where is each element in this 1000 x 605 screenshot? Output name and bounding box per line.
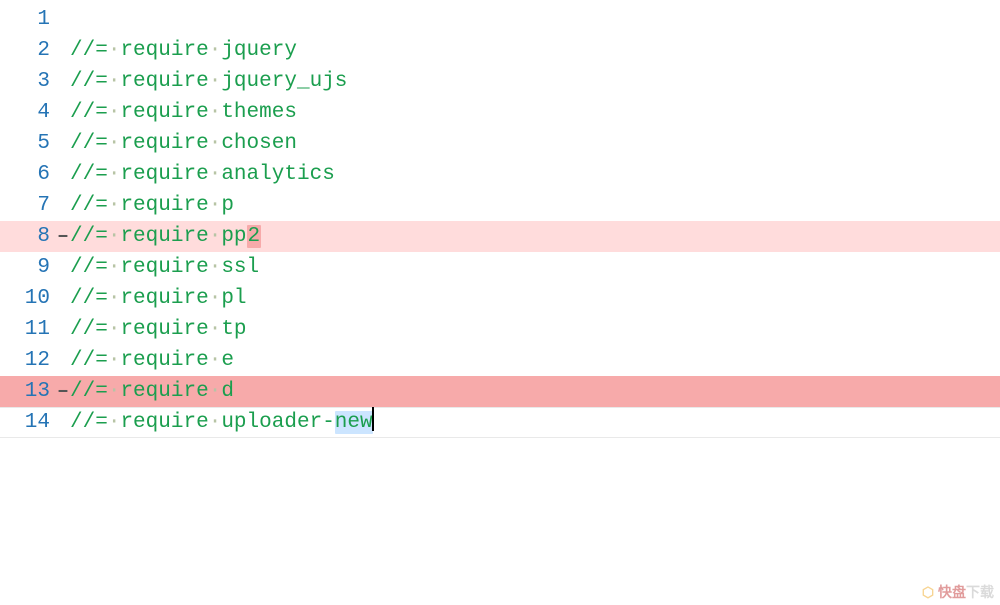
diff-marker-icon: – (56, 376, 70, 407)
code-content[interactable]: //=·require·uploader-new (70, 407, 1000, 438)
code-content[interactable]: //=·require·d (70, 376, 1000, 407)
code-content[interactable]: //=·require·jquery_ujs (70, 66, 1000, 97)
code-content[interactable]: //=·require·e (70, 345, 1000, 376)
line-number: 10 (0, 283, 56, 314)
code-line[interactable]: 1 (0, 4, 1000, 35)
code-content[interactable]: //=·require·themes (70, 97, 1000, 128)
code-line[interactable]: 4 //=·require·themes (0, 97, 1000, 128)
code-line[interactable]: 3 //=·require·jquery_ujs (0, 66, 1000, 97)
line-number: 6 (0, 159, 56, 190)
code-line[interactable]: 11 //=·require·tp (0, 314, 1000, 345)
code-content[interactable]: //=·require·p (70, 190, 1000, 221)
watermark-icon: ⬡ (922, 584, 934, 600)
line-number: 2 (0, 35, 56, 66)
code-content[interactable]: //=·require·chosen (70, 128, 1000, 159)
diff-marker-icon: – (56, 221, 70, 252)
code-line[interactable]: 7 //=·require·p (0, 190, 1000, 221)
code-line[interactable]: 10 //=·require·pl (0, 283, 1000, 314)
code-editor[interactable]: 12//=·require·jquery3//=·require·jquery_… (0, 0, 1000, 438)
code-line[interactable]: 9 //=·require·ssl (0, 252, 1000, 283)
line-number: 4 (0, 97, 56, 128)
code-line[interactable]: 2 //=·require·jquery (0, 35, 1000, 66)
code-line[interactable]: 6 //=·require·analytics (0, 159, 1000, 190)
code-line[interactable]: 12 //=·require·e (0, 345, 1000, 376)
code-line[interactable]: 13–//=·require·d (0, 376, 1000, 407)
line-number: 14 (0, 407, 56, 438)
watermark: ⬡ 快盘下载 (922, 582, 994, 602)
line-number: 11 (0, 314, 56, 345)
text-cursor (372, 407, 374, 431)
code-line[interactable]: 8–//=·require·pp2 (0, 221, 1000, 252)
line-number: 3 (0, 66, 56, 97)
code-line[interactable]: 14 //=·require·uploader-new (0, 407, 1000, 438)
line-number: 5 (0, 128, 56, 159)
code-content[interactable]: //=·require·pp2 (70, 221, 1000, 252)
code-line[interactable]: 5 //=·require·chosen (0, 128, 1000, 159)
code-content[interactable]: //=·require·pl (70, 283, 1000, 314)
code-content[interactable]: //=·require·analytics (70, 159, 1000, 190)
line-number: 12 (0, 345, 56, 376)
text-selection: new (335, 411, 373, 434)
code-content[interactable]: //=·require·ssl (70, 252, 1000, 283)
line-number: 8 (0, 221, 56, 252)
line-number: 1 (0, 4, 56, 35)
line-number: 9 (0, 252, 56, 283)
diff-added-chars: 2 (247, 225, 262, 248)
code-content[interactable]: //=·require·tp (70, 314, 1000, 345)
line-number: 13 (0, 376, 56, 407)
code-content[interactable]: //=·require·jquery (70, 35, 1000, 66)
line-number: 7 (0, 190, 56, 221)
